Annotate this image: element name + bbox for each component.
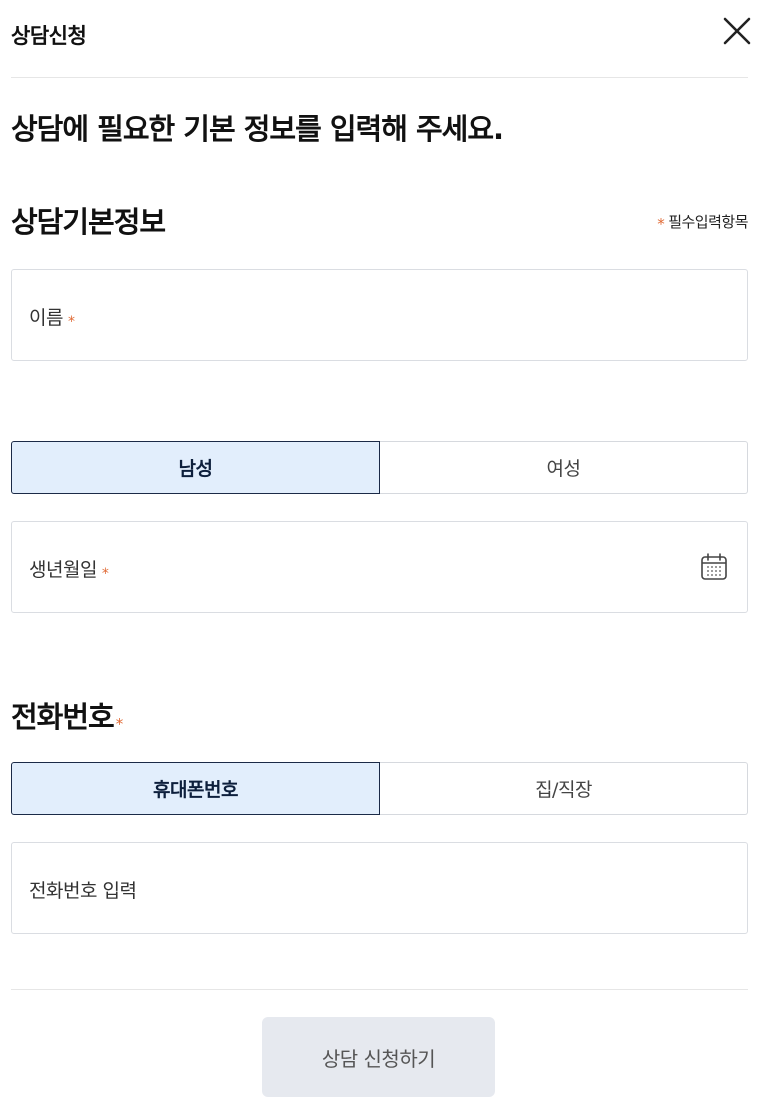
birthdate-field[interactable]: 생년월일 * bbox=[11, 521, 748, 613]
required-mark: * bbox=[657, 215, 665, 233]
intro-heading: 상담에 필요한 기본 정보를 입력해 주세요. bbox=[11, 112, 504, 146]
gender-option-female[interactable]: 여성 bbox=[380, 441, 748, 494]
phone-section-title-text: 전화번호 bbox=[11, 700, 115, 734]
name-field[interactable]: 이름 * bbox=[11, 269, 748, 361]
birthdate-field-label: 생년월일 * bbox=[29, 555, 109, 582]
phone-number-field[interactable]: 전화번호 입력 bbox=[11, 842, 748, 934]
submit-consultation-button[interactable]: 상담 신청하기 bbox=[262, 1017, 495, 1097]
required-note-text: 필수입력항목 bbox=[668, 213, 748, 231]
close-icon bbox=[723, 17, 751, 45]
phone-type-mobile[interactable]: 휴대폰번호 bbox=[11, 762, 380, 815]
name-required-mark: * bbox=[67, 314, 75, 330]
basic-info-title: 상담기본정보 bbox=[11, 205, 166, 239]
name-label-text: 이름 bbox=[29, 307, 63, 329]
phone-required-mark: * bbox=[115, 715, 123, 733]
calendar-button[interactable] bbox=[700, 552, 728, 582]
calendar-icon bbox=[701, 553, 727, 580]
gender-option-male[interactable]: 남성 bbox=[11, 441, 380, 494]
phone-type-toggle: 휴대폰번호 집/직장 bbox=[11, 762, 748, 815]
close-button[interactable] bbox=[720, 14, 754, 48]
required-note: * 필수입력항목 bbox=[657, 211, 748, 233]
birthdate-label-text: 생년월일 bbox=[29, 559, 97, 581]
birthdate-required-mark: * bbox=[101, 566, 109, 582]
footer-divider bbox=[11, 989, 748, 990]
gender-toggle: 남성 여성 bbox=[11, 441, 748, 494]
dialog-title: 상담신청 bbox=[11, 24, 87, 48]
name-field-label: 이름 * bbox=[29, 303, 75, 330]
phone-section-title: 전화번호 * bbox=[11, 694, 123, 736]
phone-number-placeholder: 전화번호 입력 bbox=[29, 880, 137, 902]
dialog-header: 상담신청 bbox=[11, 0, 751, 78]
phone-type-home-work[interactable]: 집/직장 bbox=[380, 762, 748, 815]
